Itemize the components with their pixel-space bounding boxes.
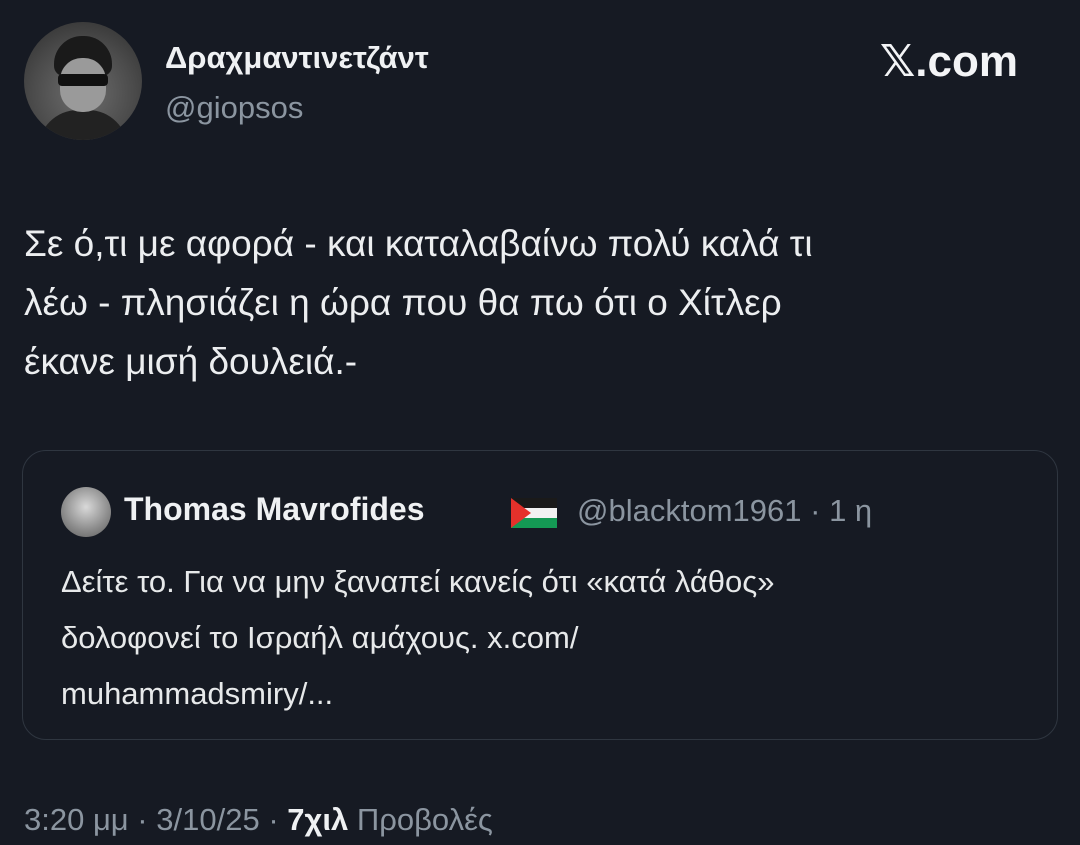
author-avatar[interactable] [24, 22, 142, 140]
quoted-author-handle[interactable]: @blacktom1961 [577, 493, 801, 528]
quoted-time-ago[interactable]: 1 η [829, 493, 872, 528]
meta-separator: · [810, 493, 821, 528]
tweet-footer: 3:20 μμ · 3/10/25 · 7χιλ Προβολές [24, 802, 493, 838]
quoted-meta: @blacktom1961 · 1 η [577, 493, 872, 529]
quoted-tweet-body: Δείτε το. Για να μην ξαναπεί κανείς ότι … [61, 554, 1041, 722]
views-count[interactable]: 7χιλ [287, 802, 348, 837]
tweet-screenshot: Δραχμαντινετζάντ @giopsos 𝕏.com Σε ό,τι … [0, 0, 1080, 845]
quoted-tweet-card[interactable]: Thomas Mavrofides @blacktom1961 · 1 η Δε… [22, 450, 1058, 740]
quoted-author-avatar[interactable] [61, 487, 111, 537]
quoted-author-name[interactable]: Thomas Mavrofides [124, 491, 425, 528]
tweet-text-line: έκανε μισή δουλειά.- [24, 341, 358, 382]
palestine-flag-icon [511, 498, 557, 528]
quoted-text-line: Δείτε το. Για να μην ξαναπεί κανείς ότι … [61, 564, 775, 599]
author-handle[interactable]: @giopsos [165, 90, 303, 126]
avatar-body-shape [38, 110, 128, 140]
footer-separator: · [268, 802, 279, 837]
x-logo: 𝕏.com [879, 37, 1018, 86]
tweet-text-line: λέω - πλησιάζει η ώρα που θα πω ότι ο Χί… [24, 282, 782, 323]
tweet-date[interactable]: 3/10/25 [156, 802, 259, 837]
quoted-text-line: δολοφονεί το Ισραήλ αμάχους. x.com/ [61, 620, 579, 655]
tweet-text-line: Σε ό,τι με αφορά - και καταλαβαίνω πολύ … [24, 223, 813, 264]
tweet-body: Σε ό,τι με αφορά - και καταλαβαίνω πολύ … [24, 214, 1034, 391]
footer-separator: · [137, 802, 148, 837]
tweet-time[interactable]: 3:20 μμ [24, 802, 129, 837]
author-display-name[interactable]: Δραχμαντινετζάντ [165, 40, 429, 76]
avatar-glasses-shape [58, 74, 108, 86]
quoted-text-line[interactable]: muhammadsmiry/... [61, 666, 1041, 722]
tweet-header: Δραχμαντινετζάντ @giopsos 𝕏.com [24, 22, 1064, 144]
views-label: Προβολές [356, 802, 493, 837]
